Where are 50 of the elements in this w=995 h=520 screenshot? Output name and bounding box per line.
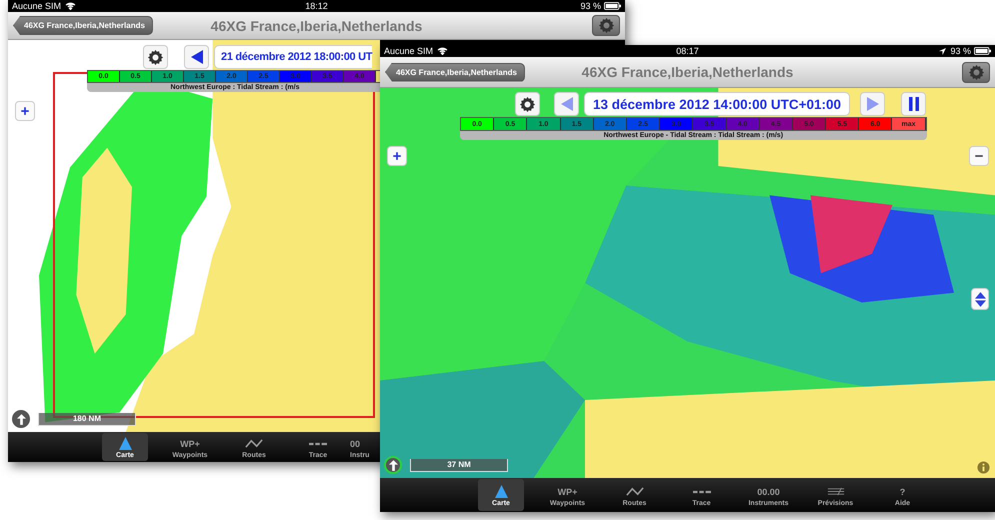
settings-icon: [968, 64, 984, 80]
battery-label: 93 %: [950, 46, 971, 56]
tab-icon-text: 00.00: [757, 486, 780, 496]
triangle-icon: [494, 485, 508, 498]
battery-icon: [604, 2, 621, 10]
up-down-arrows-icon: [974, 292, 986, 306]
triangle-icon: [118, 437, 132, 450]
zoom-in-button[interactable]: +: [15, 101, 35, 121]
clock-label: 18:12: [305, 1, 328, 11]
back-button[interactable]: 46XG France,Iberia,Netherlands: [385, 62, 525, 82]
battery-icon: [974, 47, 991, 55]
right-triangle-icon: [866, 97, 879, 111]
tab-icon-text: WP+: [558, 486, 578, 496]
settings-icon: [519, 96, 536, 112]
zigzag-icon: [245, 439, 263, 448]
settings-icon: [147, 48, 164, 66]
info-icon[interactable]: [977, 461, 990, 474]
window-title: 46XG France,Iberia,Netherlands: [210, 18, 422, 34]
carrier-label: Aucune SIM: [12, 1, 62, 11]
up-arrow-icon: [16, 414, 26, 424]
settings-button[interactable]: [592, 15, 620, 36]
dashed-line-icon: [692, 490, 710, 494]
scale-bar: 37 NM: [410, 458, 508, 472]
left-triangle-icon: [560, 97, 572, 111]
up-arrow-icon: [388, 460, 398, 470]
previous-button[interactable]: [184, 45, 209, 69]
settings-icon: [598, 17, 614, 34]
wifi-icon: [437, 47, 448, 55]
tab-icon-text: ?: [900, 486, 906, 496]
tab-icon-text: WP+: [180, 438, 200, 448]
wifi-icon: [65, 2, 76, 10]
window-title: 46XG France,Iberia,Netherlands: [582, 64, 794, 80]
left-triangle-icon: [190, 50, 202, 64]
chart-icon: [826, 487, 844, 496]
zoom-in-button[interactable]: +: [387, 146, 407, 166]
pan-button[interactable]: [971, 288, 989, 310]
date-time-field[interactable]: 13 décembre 2012 14:00:00 UTC+01:00: [584, 92, 850, 116]
back-button[interactable]: 46XG France,Iberia,Netherlands: [13, 16, 153, 35]
pause-icon: [908, 97, 920, 111]
carrier-label: Aucune SIM: [384, 46, 434, 56]
dashed-line-icon: [309, 442, 327, 446]
scale-bar: 180 NM: [38, 412, 136, 426]
settings-button[interactable]: [962, 62, 990, 82]
pause-button[interactable]: [901, 92, 926, 116]
battery-label: 93 %: [580, 1, 601, 11]
location-arrow-icon: [939, 48, 946, 54]
tab-icon-text: 00: [350, 438, 360, 448]
clock-label: 08:17: [676, 46, 699, 56]
zoom-out-button[interactable]: −: [969, 146, 989, 166]
zigzag-icon: [626, 487, 644, 496]
